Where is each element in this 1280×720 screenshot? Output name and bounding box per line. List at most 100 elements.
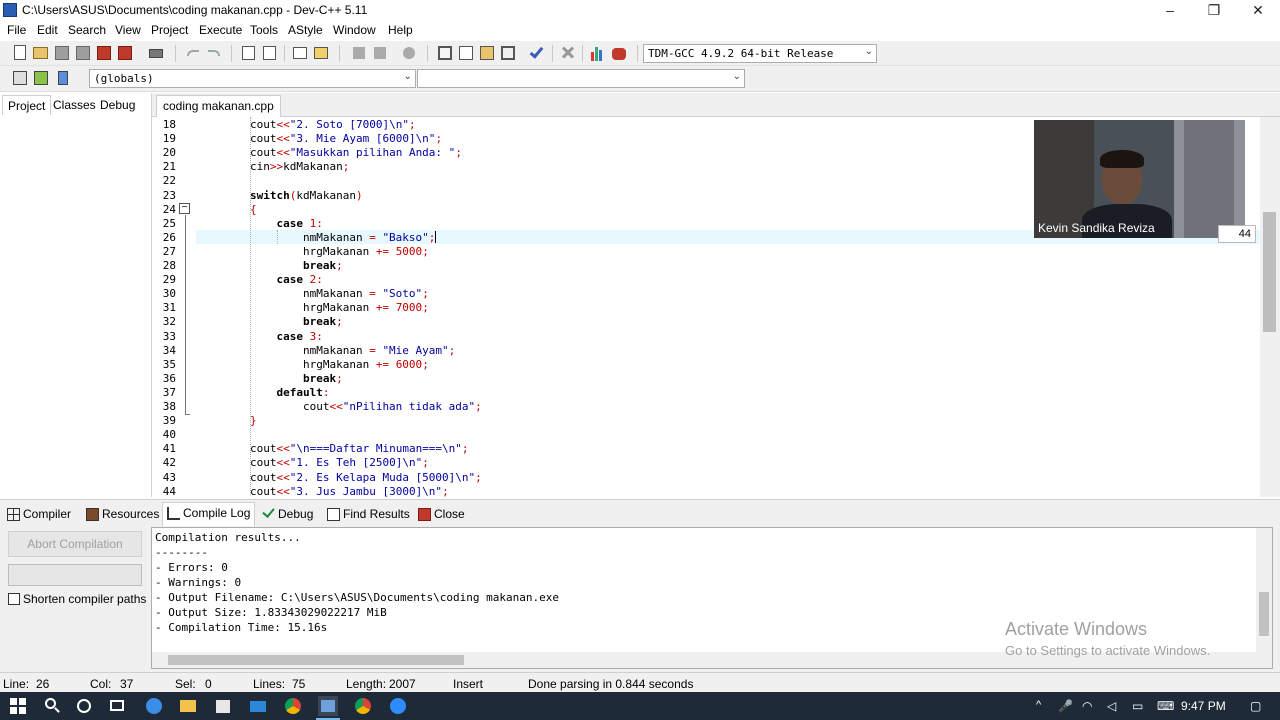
open-file-icon[interactable]	[32, 44, 50, 62]
file-explorer-icon[interactable]	[178, 696, 198, 716]
checkmark-icon	[262, 505, 275, 518]
scrollbar-thumb[interactable]	[1259, 592, 1269, 636]
tab-find-results[interactable]: Find Results	[323, 504, 414, 524]
close-window-button[interactable]: ✕	[1236, 0, 1280, 20]
scrollbar-thumb[interactable]	[1263, 212, 1276, 332]
redo-icon[interactable]	[205, 44, 223, 62]
find-icon[interactable]	[240, 44, 258, 62]
tab-find-results-label: Find Results	[343, 507, 410, 521]
compiler-select[interactable]: TDM-GCC 4.9.2 64-bit Release ⌄	[643, 44, 877, 63]
line-number: 28	[162, 259, 176, 272]
status-message: Done parsing in 0.844 seconds	[528, 677, 694, 691]
class-browser-icon[interactable]	[11, 69, 29, 87]
volume-icon[interactable]: ◁	[1107, 699, 1116, 713]
debug-icon[interactable]	[610, 44, 628, 62]
log-vertical-scrollbar[interactable]	[1256, 528, 1272, 652]
tab-project[interactable]: Project	[2, 95, 52, 115]
new-file-icon[interactable]	[11, 44, 29, 62]
menu-project[interactable]: Project	[151, 23, 188, 37]
function-select[interactable]: ⌄	[417, 69, 745, 88]
mail-icon[interactable]	[248, 696, 268, 716]
menu-astyle[interactable]: AStyle	[288, 23, 323, 37]
comment-icon[interactable]	[371, 44, 389, 62]
menu-help[interactable]: Help	[388, 23, 413, 37]
goto-declaration-icon[interactable]	[32, 69, 50, 87]
search-icon[interactable]	[42, 696, 62, 716]
tab-coding-makanan[interactable]: coding makanan.cpp	[156, 95, 281, 117]
battery-icon[interactable]: ▭	[1132, 699, 1143, 713]
compile-run-icon[interactable]	[478, 44, 496, 62]
goto-line-icon[interactable]	[291, 44, 309, 62]
code-line: break;	[302, 259, 343, 272]
main-toolbar: TDM-GCC 4.9.2 64-bit Release ⌄	[0, 41, 1280, 66]
minimize-button[interactable]: –	[1148, 0, 1192, 20]
chrome-icon[interactable]	[283, 696, 303, 716]
menu-tools[interactable]: Tools	[250, 23, 278, 37]
profile-chart-icon[interactable]	[589, 44, 607, 62]
taskbar-clock[interactable]: 9:47 PM	[1181, 699, 1226, 713]
code-line: cout<<"1. Es Teh [2500]\n";	[197, 456, 429, 470]
goto-definition-icon[interactable]	[54, 69, 72, 87]
devcpp-taskbar-icon[interactable]	[318, 696, 338, 716]
microphone-icon[interactable]: 🎤	[1058, 699, 1073, 713]
indent-icon[interactable]	[312, 44, 330, 62]
shorten-paths-option[interactable]: Shorten compiler paths	[8, 592, 146, 606]
menu-file[interactable]: File	[7, 23, 26, 37]
status-lines-label: Lines:	[253, 677, 286, 691]
save-all-icon[interactable]	[74, 44, 92, 62]
tab-classes[interactable]: Classes	[48, 95, 101, 115]
code-line: cout<<"2. Soto [7000]\n";	[197, 118, 416, 131]
tab-compiler[interactable]: Compiler	[3, 504, 75, 524]
task-view-icon[interactable]	[107, 696, 127, 716]
shorten-paths-checkbox[interactable]	[8, 593, 20, 605]
line-number: 27	[162, 244, 176, 258]
stop-execution-icon[interactable]	[559, 44, 577, 62]
class-toolbar: (globals) ⌄ ⌄	[0, 66, 1280, 92]
zoom-icon[interactable]	[388, 696, 408, 716]
chrome-icon[interactable]	[353, 696, 373, 716]
rebuild-icon[interactable]	[499, 44, 517, 62]
tab-compile-log[interactable]: Compile Log	[162, 502, 256, 526]
print-icon[interactable]	[147, 44, 165, 62]
maximize-button[interactable]: ❐	[1192, 0, 1236, 20]
line-number: 44	[162, 484, 176, 497]
status-line-value: 26	[36, 677, 50, 691]
tab-debug-bottom[interactable]: Debug	[258, 504, 317, 524]
tab-resources[interactable]: Resources	[82, 504, 163, 524]
line-number: 18	[162, 118, 176, 131]
fold-collapse-icon[interactable]: −	[179, 203, 190, 214]
chevron-up-icon[interactable]: ^	[1036, 699, 1041, 711]
save-icon[interactable]	[53, 44, 71, 62]
keyboard-icon[interactable]: ⌨	[1157, 699, 1174, 713]
notification-icon[interactable]: ▢	[1250, 699, 1261, 713]
wifi-icon[interactable]: ◠	[1082, 699, 1092, 713]
scrollbar-thumb[interactable]	[168, 655, 464, 665]
abort-compilation-button[interactable]: Abort Compilation	[8, 531, 142, 557]
replace-icon[interactable]	[261, 44, 279, 62]
text-caret	[435, 230, 437, 243]
status-lines-value: 75	[292, 677, 306, 691]
cortana-icon[interactable]	[74, 696, 94, 716]
syntax-check-icon[interactable]	[529, 44, 547, 62]
compile-icon[interactable]	[436, 44, 454, 62]
menu-edit[interactable]: Edit	[37, 23, 58, 37]
menu-view[interactable]: View	[115, 23, 141, 37]
menu-window[interactable]: Window	[333, 23, 376, 37]
menu-search[interactable]: Search	[68, 23, 106, 37]
editor-vertical-scrollbar[interactable]	[1260, 117, 1280, 497]
undo-icon[interactable]	[184, 44, 202, 62]
tab-debug[interactable]: Debug	[95, 95, 140, 115]
run-icon[interactable]	[457, 44, 475, 62]
windows-start-icon[interactable]	[8, 696, 28, 716]
scope-select[interactable]: (globals) ⌄	[89, 69, 416, 88]
line-number: 20	[162, 146, 176, 160]
tab-compiler-label: Compiler	[23, 507, 72, 521]
uncomment-icon[interactable]	[400, 44, 418, 62]
unindent-icon[interactable]	[350, 44, 368, 62]
menu-execute[interactable]: Execute	[199, 23, 242, 37]
microsoft-store-icon[interactable]	[213, 696, 233, 716]
tab-close[interactable]: Close	[414, 504, 469, 524]
close-all-icon[interactable]	[116, 44, 134, 62]
edge-icon[interactable]	[144, 696, 164, 716]
close-file-icon[interactable]	[95, 44, 113, 62]
